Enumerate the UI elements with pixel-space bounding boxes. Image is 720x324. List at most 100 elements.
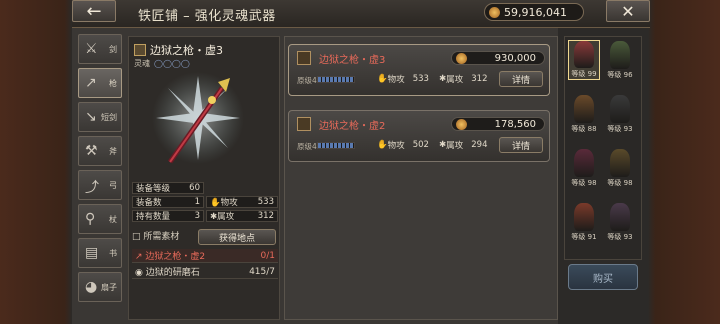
element-icon: ✱ <box>439 74 447 84</box>
axe-icon: ⚒ <box>85 143 98 159</box>
coin-icon <box>489 6 500 18</box>
upgrade-card[interactable]: 边狱之枪・虚3 930,000 原级4 ✋ 物攻 533 ✱ 属攻 312 详情 <box>288 44 550 96</box>
stat-value: 502 <box>412 140 429 150</box>
party-character[interactable]: 等级 88 <box>568 94 600 134</box>
party-character[interactable]: 等级 93 <box>604 202 636 242</box>
money-value: 59,916,041 <box>504 5 567 19</box>
spear-icon <box>297 117 311 131</box>
soul-slot-icon: ◯◯◯◯ <box>154 59 190 68</box>
stat-value: 3 <box>194 211 200 221</box>
stat-label: 物攻 <box>387 75 405 85</box>
card-price: 930,000 <box>451 51 545 65</box>
money-display: 59,916,041 <box>484 3 584 21</box>
tab-book[interactable]: ▤ 书 <box>78 238 122 268</box>
character-sprite <box>610 149 630 177</box>
character-level: 等级 96 <box>607 71 633 79</box>
character-level: 等级 93 <box>607 125 633 133</box>
character-level: 等级 99 <box>571 70 597 78</box>
character-sprite <box>574 95 594 123</box>
tab-label: 书 <box>109 248 117 258</box>
tab-label: 扇子 <box>101 282 117 292</box>
character-level: 等级 98 <box>571 179 597 187</box>
tab-sword[interactable]: ⚔ 剑 <box>78 34 122 64</box>
coin-icon <box>456 53 467 64</box>
stat-label: 装备等级 <box>136 184 171 194</box>
stat-equipped: 装备数 1 <box>132 196 204 208</box>
element-icon: ✱ <box>439 140 447 150</box>
material-item[interactable]: ↗ 边狱之枪・虚2 0/1 <box>132 249 278 263</box>
character-sprite <box>610 95 630 123</box>
stat-label: 物攻 <box>220 198 238 208</box>
character-sprite <box>610 203 630 231</box>
party-character[interactable]: 等级 98 <box>568 148 600 188</box>
tab-fan[interactable]: ◕ 扇子 <box>78 272 122 302</box>
book-icon: ▤ <box>85 245 99 261</box>
upgrade-card[interactable]: 边狱之枪・虚2 178,560 原级4 ✋ 物攻 502 ✱ 属攻 294 详情 <box>288 110 550 162</box>
party-character[interactable]: 等级 91 <box>568 202 600 242</box>
buy-button[interactable]: 购买 <box>568 264 638 290</box>
bow-icon: ⤴ <box>85 180 99 196</box>
material-item[interactable]: ◉ 边狱的研磨石 415/7 <box>132 265 278 279</box>
staff-icon: ⚲ <box>85 211 96 227</box>
stat-label: 持有数量 <box>136 212 171 222</box>
fist-icon: ✋ <box>377 140 388 150</box>
weapon-name: 边狱之枪・虚3 <box>134 42 223 58</box>
card-eatk: ✱ 属攻 312 <box>439 73 487 85</box>
weapon-image <box>152 72 244 164</box>
stat-patk: ✋物攻 533 <box>206 196 278 208</box>
material-count: 0/1 <box>260 250 275 261</box>
party-character[interactable]: 等级 99 <box>568 40 600 80</box>
material-name: ◉ 边狱的研磨石 <box>135 265 200 278</box>
spear-icon: ↗ <box>135 252 143 262</box>
card-patk: ✋ 物攻 533 <box>377 73 429 85</box>
detail-button[interactable]: 详情 <box>499 137 543 153</box>
card-patk: ✋ 物攻 502 <box>377 139 429 151</box>
fist-icon: ✋物攻 <box>210 198 238 208</box>
tab-dagger[interactable]: ↘ 短剑 <box>78 102 122 132</box>
weapon-name-text: 边狱之枪・虚3 <box>150 44 223 57</box>
tab-axe[interactable]: ⚒ 斧 <box>78 136 122 166</box>
stat-owned: 持有数量 3 <box>132 210 204 222</box>
card-eatk: ✱ 属攻 294 <box>439 139 487 151</box>
party-character[interactable]: 等级 98 <box>604 148 636 188</box>
card-level: 原级4 <box>297 142 317 151</box>
stat-equip-level: 装备等级 60 <box>132 182 204 194</box>
close-icon: ✕ <box>621 1 635 21</box>
material-count: 415/7 <box>249 266 275 277</box>
tab-spear[interactable]: ↗ 枪 <box>78 68 122 98</box>
get-location-button[interactable]: 获得地点 <box>198 229 276 245</box>
character-level: 等级 98 <box>607 179 633 187</box>
back-button[interactable]: ← <box>72 0 116 22</box>
character-sprite <box>610 41 630 69</box>
spear-icon: ↗ <box>85 75 97 91</box>
tab-label: 剑 <box>109 44 117 54</box>
level-bar <box>317 142 355 149</box>
close-button[interactable]: ✕ <box>606 0 650 22</box>
stat-label: 属攻 <box>217 212 235 222</box>
price-value: 178,560 <box>494 118 536 130</box>
party-character[interactable]: 等级 93 <box>604 94 636 134</box>
tab-staff[interactable]: ⚲ 杖 <box>78 204 122 234</box>
materials-header-text: 所需素材 <box>143 232 180 242</box>
stat-label: 属攻 <box>446 75 464 85</box>
detail-button[interactable]: 详情 <box>499 71 543 87</box>
weapon-tabs: ⚔ 剑 ↗ 枪 ↘ 短剑 ⚒ 斧 ⤴ 弓 ⚲ 杖 ▤ 书 ◕ 扇子 <box>78 34 124 306</box>
checkbox-icon: □ <box>132 232 141 242</box>
tab-bow[interactable]: ⤴ 弓 <box>78 170 122 200</box>
material-name-text: 边狱之枪・虚2 <box>145 252 206 262</box>
coin-icon <box>456 119 467 130</box>
stat-value: 533 <box>257 197 274 207</box>
character-sprite <box>574 41 594 68</box>
tab-label: 弓 <box>109 180 117 190</box>
party-character[interactable]: 等级 96 <box>604 40 636 80</box>
card-name: 边狱之枪・虚3 <box>319 55 386 66</box>
character-level: 等级 88 <box>571 125 597 133</box>
material-name-text: 边狱的研磨石 <box>145 268 200 278</box>
sword-icon: ⚔ <box>85 41 98 57</box>
spear-icon <box>134 44 146 56</box>
stat-label: 属攻 <box>446 141 464 151</box>
stat-value: 312 <box>257 211 274 221</box>
tab-label: 枪 <box>109 78 117 88</box>
arrow-left-icon: ← <box>86 0 102 22</box>
stat-value: 1 <box>194 197 200 207</box>
